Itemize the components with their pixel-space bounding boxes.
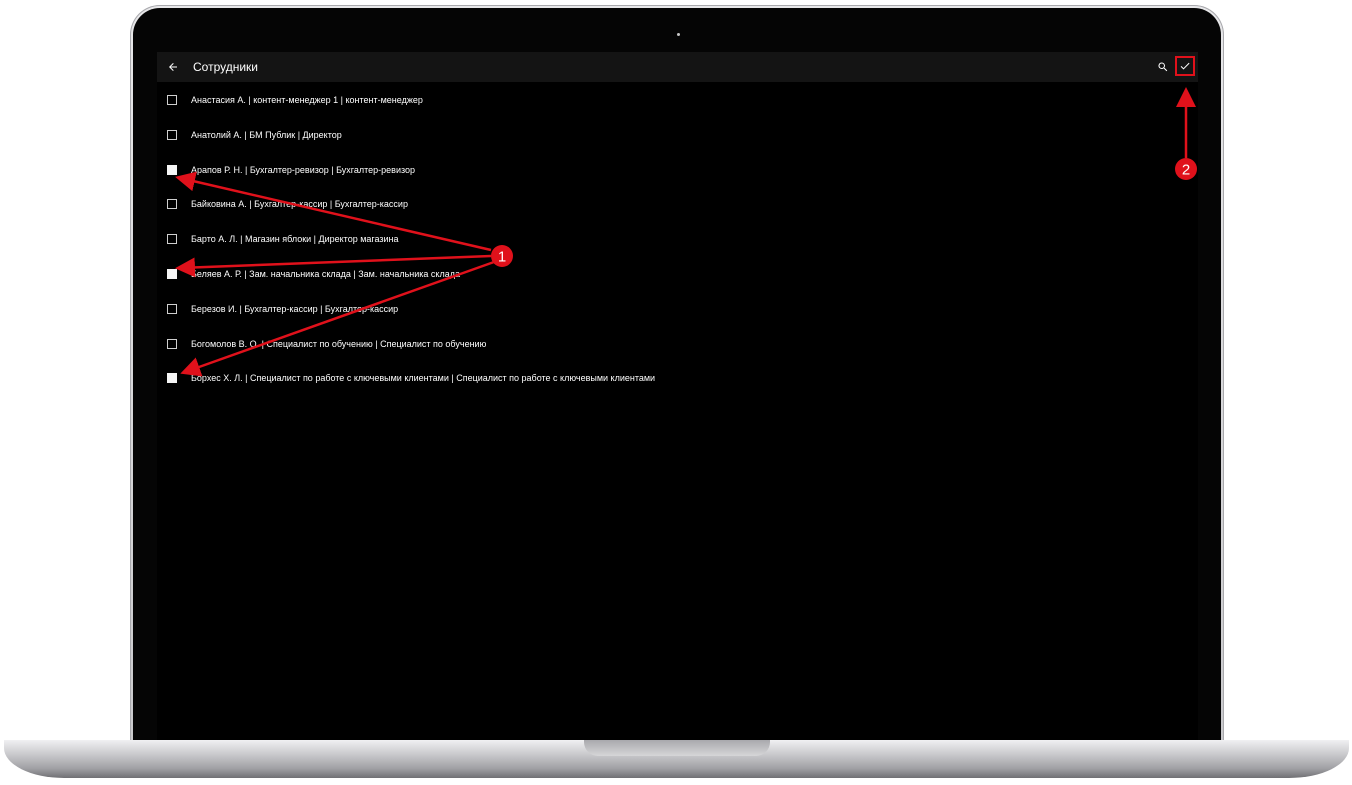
employee-label: Арапов Р. Н. | Бухгалтер-ревизор | Бухга…: [191, 164, 416, 175]
laptop-notch: [584, 740, 770, 756]
employee-label: Борхес Х. Л. | Специалист по работе с кл…: [191, 373, 656, 384]
employee-row[interactable]: Анастасия А. | контент-менеджер 1 | конт…: [157, 83, 1198, 118]
confirm-button[interactable]: [1175, 56, 1195, 76]
checkbox-checked[interactable]: [167, 373, 177, 384]
checkbox-checked[interactable]: [167, 164, 177, 175]
arrow-left-icon: [169, 63, 177, 71]
checkbox[interactable]: [167, 95, 177, 105]
app-screen: Сотрудники Анастасия А. | контент-менедж…: [157, 52, 1198, 740]
checkbox[interactable]: [167, 129, 177, 140]
employee-row[interactable]: Борхес Х. Л. | Специалист по работе с кл…: [157, 361, 1198, 396]
back-button[interactable]: [163, 57, 183, 77]
search-icon: [1158, 62, 1168, 72]
employee-row[interactable]: Арапов Р. Н. | Бухгалтер-ревизор | Бухга…: [157, 153, 1198, 188]
checkbox[interactable]: [167, 338, 177, 349]
employee-label: Байковина А. | Бухгалтер-кассир | Бухгал…: [191, 199, 408, 210]
employee-row[interactable]: Березов И. | Бухгалтер-кассир | Бухгалте…: [157, 292, 1198, 327]
employee-row[interactable]: Беляев А. Р. | Зам. начальника склада | …: [157, 257, 1198, 292]
check-icon: [1180, 62, 1190, 70]
employee-row[interactable]: Анатолий А. | БМ Публик | Директор: [157, 118, 1198, 153]
checkbox[interactable]: [167, 234, 177, 245]
checkbox[interactable]: [167, 199, 177, 210]
employee-label: Анастасия А. | контент-менеджер 1 | конт…: [191, 95, 423, 105]
search-button[interactable]: [1154, 58, 1172, 76]
app-bar: Сотрудники: [157, 52, 1198, 82]
employee-list: Анастасия А. | контент-менеджер 1 | конт…: [157, 83, 1198, 396]
employee-label: Березов И. | Бухгалтер-кассир | Бухгалте…: [191, 303, 399, 314]
employee-label: Богомолов В. О. | Специалист по обучению…: [191, 338, 487, 349]
employee-label: Беляев А. Р. | Зам. начальника склада | …: [191, 268, 460, 279]
employee-label: Барто А. Л. | Магазин яблоки | Директор …: [191, 234, 399, 245]
employee-row[interactable]: Байковина А. | Бухгалтер-кассир | Бухгал…: [157, 187, 1198, 222]
page-title: Сотрудники: [193, 60, 258, 74]
employee-row[interactable]: Богомолов В. О. | Специалист по обучению…: [157, 327, 1198, 362]
camera-dot: [677, 33, 680, 36]
checkbox-checked[interactable]: [167, 268, 177, 279]
checkbox[interactable]: [167, 303, 177, 314]
employee-row[interactable]: Барто А. Л. | Магазин яблоки | Директор …: [157, 222, 1198, 257]
employee-label: Анатолий А. | БМ Публик | Директор: [191, 129, 342, 140]
